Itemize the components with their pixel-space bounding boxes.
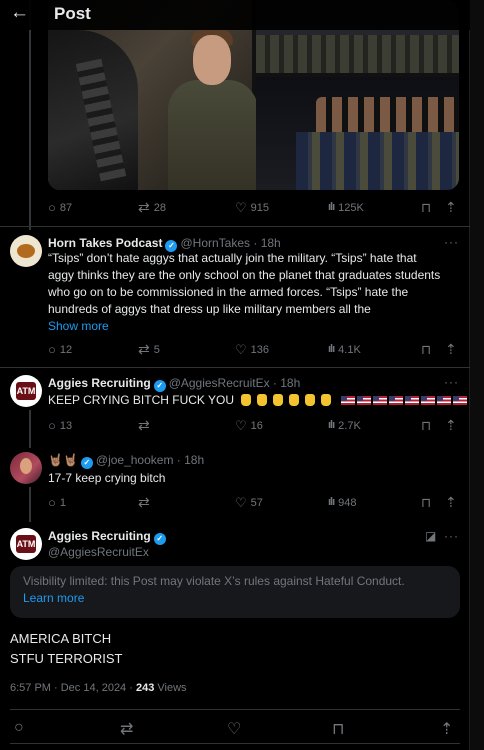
share-icon[interactable]: ⇡ [445,341,457,358]
us-flag-emojis [340,393,469,407]
arrow-left-icon[interactable]: ← [10,2,29,24]
visibility-notice: Visibility limited: this Post may violat… [10,566,460,618]
tweet0-actions: ○ 87 ⇄ 28 ♡ 915 ılı 125K ⊓ ⇡ [48,199,460,217]
photo-cadets-heads [316,97,459,137]
post-timestamp: 6:57 PM · Dec 14, 2024 · 243 Views [10,682,187,694]
avatar[interactable]: ATM [10,375,42,407]
share-icon[interactable]: ⇡ [440,719,453,739]
thread-line [29,0,31,230]
reply-icon: ○ [48,495,56,510]
like-button[interactable]: ♡ 915 [235,201,269,214]
share-icon[interactable]: ⇡ [445,417,457,434]
tweet2-actions: ○ 13 ⇄ ♡ 16 ılı 2.7K ⊓ ⇡ [48,417,460,435]
tweet3-actions: ○ 1 ⇄ ♡ 57 ılı 948 ⊓ ⇡ [48,494,460,512]
like-button[interactable]: ♡ 16 [235,419,263,432]
tweet1-actions: ○ 12 ⇄ 5 ♡ 136 ılı 4.1K ⊓ ⇡ [48,341,460,359]
atm-logo-icon: ATM [16,382,36,400]
share-icon[interactable]: ⇡ [445,494,457,511]
photo-face [193,35,231,85]
reply-button[interactable]: ○ 12 [48,343,72,356]
tweet3-author[interactable]: 🤘🏽🤘🏽 ✓ @joe_hookem · 18h [48,453,204,469]
atm-logo-icon: ATM [16,535,36,553]
views-button[interactable]: ılı 4.1K [328,343,361,356]
main-author-handle[interactable]: @AggiesRecruitEx [48,545,149,559]
like-button[interactable]: ♡ 57 [235,496,263,509]
more-options-icon[interactable]: ··· [444,375,459,389]
learn-more-link[interactable]: Learn more [23,591,84,605]
photo-formation-row [256,35,459,73]
reply-icon[interactable]: ○ [14,719,24,737]
analytics-icon: ılı [328,201,335,213]
thread-line [29,487,31,522]
reply-button[interactable]: ○ 87 [48,201,72,214]
verified-badge-icon: ✓ [80,457,93,469]
heart-icon: ♡ [235,418,247,433]
reply-button[interactable]: ○ 1 [48,496,66,509]
post-text-line-1: AMERICA BITCH [10,631,112,646]
views-button[interactable]: ılı 948 [328,496,357,509]
retweet-button[interactable]: ⇄ 5 [138,341,160,357]
photo-uniform [168,80,258,190]
tweet3-text: 17-7 keep crying bitch [48,471,166,485]
page-title: Post [54,4,91,23]
tweet2-author[interactable]: Aggies Recruiting ✓ @AggiesRecruitEx · 18h [48,376,300,392]
reply-icon: ○ [48,200,56,215]
heart-icon: ♡ [235,200,247,215]
bookmark-icon[interactable]: ⊓ [421,342,431,358]
more-options-icon[interactable]: ··· [444,235,459,249]
views-button[interactable]: ılı 2.7K [328,419,361,432]
reply-icon: ○ [48,342,56,357]
reply-button[interactable]: ○ 13 [48,419,72,432]
thread-line [29,410,31,448]
analytics-icon: ılı [328,343,335,355]
share-icon[interactable]: ⇡ [445,199,457,216]
middle-finger-emojis [241,393,337,407]
more-options-icon[interactable]: ··· [444,529,459,543]
like-button[interactable]: ♡ 136 [235,343,269,356]
reply-icon: ○ [48,418,56,433]
top-header: ← Post [0,0,470,30]
retweet-icon[interactable]: ⇄ [120,719,133,739]
avatar[interactable] [10,235,42,267]
verified-badge-icon: ✓ [153,380,166,392]
post-text-line-2: STFU TERRORIST [10,651,123,666]
retweet-button[interactable]: ⇄ [138,417,154,433]
photo-cadets[interactable] [256,77,459,190]
main-actions: ○ ⇄ ♡ ⊓ ⇡ [0,712,470,744]
bookmark-icon[interactable]: ⊓ [421,418,431,434]
analytics-icon: ılı [328,419,335,431]
scrollbar[interactable] [469,0,484,750]
heart-icon: ♡ [235,495,247,510]
retweet-button[interactable]: ⇄ [138,494,154,510]
bookmark-icon[interactable]: ⊓ [421,495,431,511]
tweet1-text: “Tsips” don’t hate aggys that actually j… [48,250,458,335]
retweet-button[interactable]: ⇄ 28 [138,199,166,215]
views-button[interactable]: ılı 125K [328,201,364,214]
divider [0,367,470,368]
show-more-link[interactable]: Show more [48,318,458,335]
verified-badge-icon: ✓ [153,533,166,545]
photo-cadets-bodies [296,132,459,190]
retweet-icon: ⇄ [138,199,150,215]
divider [10,709,460,710]
heart-icon: ♡ [235,342,247,357]
retweet-icon: ⇄ [138,417,150,433]
avatar[interactable] [10,452,42,484]
tweet2-text: KEEP CRYING BITCH FUCK YOU [48,392,467,409]
retweet-icon: ⇄ [138,341,150,357]
grok-icon[interactable]: ◪ [425,529,436,543]
divider [0,226,470,227]
analytics-icon: ılı [328,496,335,508]
bookmark-icon[interactable]: ⊓ [332,719,344,739]
divider [10,743,460,744]
retweet-icon: ⇄ [138,494,150,510]
avatar[interactable]: ATM [10,528,42,560]
main-author-name[interactable]: Aggies Recruiting ✓ [48,529,166,545]
bookmark-icon[interactable]: ⊓ [421,200,431,216]
heart-icon[interactable]: ♡ [227,719,241,739]
